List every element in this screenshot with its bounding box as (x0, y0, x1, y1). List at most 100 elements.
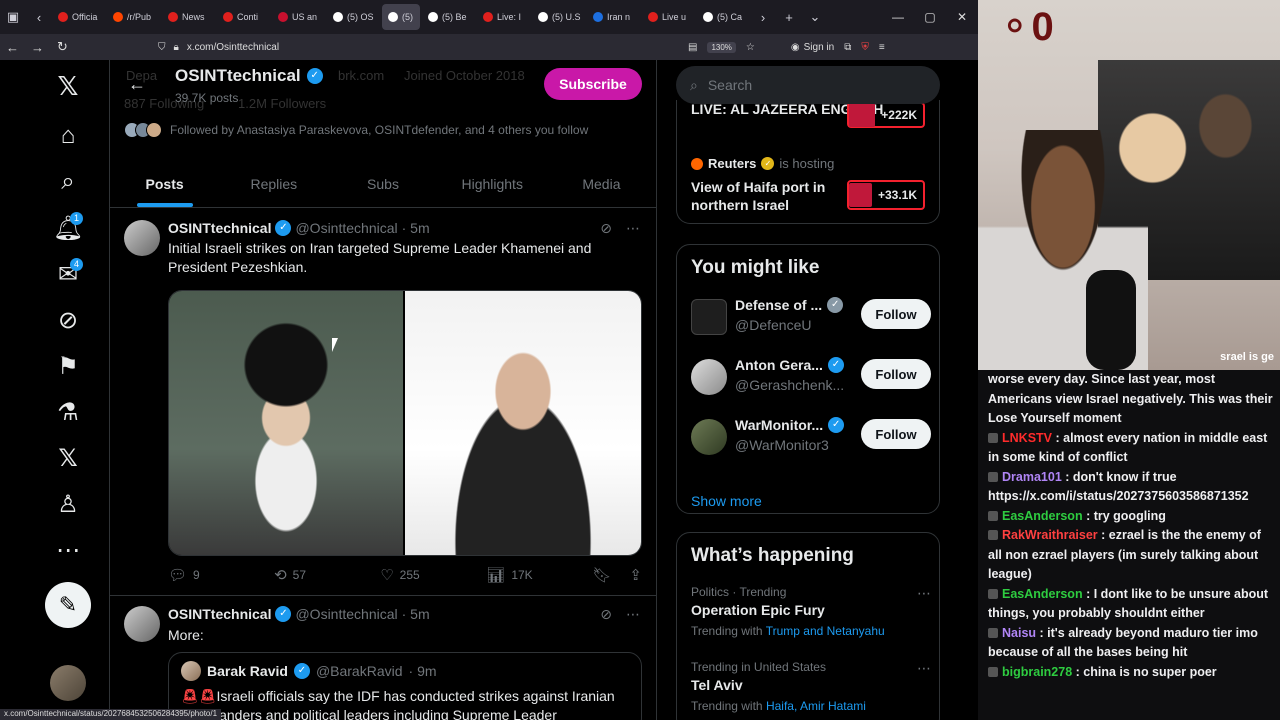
grok-explain-icon[interactable]: ⊘ (600, 606, 612, 623)
forward-icon[interactable]: → (25, 40, 50, 55)
author-name[interactable]: OSINTtechnical (168, 220, 271, 236)
browser-tab[interactable]: Conti (217, 4, 270, 30)
share-icon[interactable]: ⇪ (629, 566, 642, 584)
author-name[interactable]: OSINTtechnical (168, 606, 271, 622)
live-title[interactable]: View of Haifa port in northern Israel (691, 178, 841, 214)
follow-button[interactable]: Follow (861, 299, 931, 329)
browser-tab[interactable]: News (162, 4, 215, 30)
trend-item[interactable]: Trending in United States Tel Aviv Trend… (691, 660, 931, 713)
trend-item[interactable]: Politics · Trending Operation Epic Fury … (691, 585, 931, 638)
browser-tab[interactable]: (5) Ca (697, 4, 750, 30)
jobs-flask-icon[interactable]: ⚗ (40, 392, 96, 432)
follow-suggestion[interactable]: Defense of ... ✓ @DefenceU Follow (691, 293, 931, 343)
close-tab-icon[interactable]: ✕ (419, 12, 420, 23)
browser-tab[interactable]: (5) ✕ (382, 4, 420, 30)
chat-username[interactable]: bigbrain278 (1002, 665, 1072, 679)
more-options-icon[interactable]: ⋯ (917, 660, 931, 677)
explore-search-icon[interactable]: ⌕ (40, 162, 96, 202)
tweet[interactable]: OSINTtechnical ✓ @Osinttechnical · 5m ⊘ … (110, 208, 656, 596)
messages-icon[interactable]: ✉ 4 (40, 254, 96, 294)
minimize-icon[interactable]: — (882, 10, 914, 24)
grok-explain-icon[interactable]: ⊘ (600, 220, 612, 237)
browser-tab[interactable]: /r/Pub (107, 4, 160, 30)
browser-tab[interactable]: Live: I (477, 4, 530, 30)
more-options-icon[interactable]: ⋯ (626, 220, 640, 237)
chat-username[interactable]: Drama101 (1002, 470, 1062, 484)
reply-button[interactable]: 💬︎ 9 (168, 566, 274, 584)
tab-overview-icon[interactable]: ▣ (0, 0, 26, 34)
avatar[interactable] (124, 220, 160, 256)
tab-media[interactable]: Media (547, 160, 656, 207)
follow-suggestion[interactable]: Anton Gera... ✓ @Gerashchenk... Follow (691, 353, 931, 403)
tweet-media[interactable] (168, 290, 642, 556)
x-logo-icon[interactable]: 𝕏 (40, 66, 96, 106)
chat-username[interactable]: LNKSTV (1002, 431, 1052, 445)
ublock-icon[interactable]: ⛨ (861, 42, 869, 53)
chat-username[interactable]: RakWraithraiser (1002, 528, 1098, 542)
browser-tab[interactable]: Iran n (587, 4, 640, 30)
tab-scroll-left-icon[interactable]: ‹ (26, 0, 52, 34)
follow-suggestion[interactable]: WarMonitor... ✓ @WarMonitor3 Follow (691, 413, 931, 463)
subscribe-button[interactable]: Subscribe (544, 68, 642, 100)
browser-tab[interactable]: US an (272, 4, 325, 30)
grok-icon[interactable]: ⊘ (40, 300, 96, 340)
tab-scroll-right-icon[interactable]: › (750, 0, 776, 34)
show-more-link[interactable]: Show more (691, 493, 762, 509)
avatar[interactable] (691, 359, 727, 395)
tab-replies[interactable]: Replies (219, 160, 328, 207)
quoted-tweet[interactable]: Barak Ravid ✓ @BarakRavid · 9m 🚨︎🚨︎Israe… (168, 652, 642, 720)
views-button[interactable]: 📊︎ 17K (486, 566, 592, 584)
tweet[interactable]: OSINTtechnical ✓ @Osinttechnical · 5m ⊘ … (110, 596, 656, 720)
photo-right[interactable] (405, 291, 641, 555)
profile-icon[interactable]: ♙ (40, 484, 96, 524)
address-bar[interactable]: ⛉ 🔒︎ x.com/Osinttechnical (150, 36, 770, 58)
live-listener-count[interactable]: +33.1K (847, 180, 925, 210)
back-arrow-icon[interactable]: ← (128, 74, 146, 95)
trend-tags[interactable]: Trump and Netanyahu (766, 624, 885, 638)
reader-view-icon[interactable]: ▤ (688, 42, 697, 53)
author-handle[interactable]: @Osinttechnical (295, 606, 397, 622)
new-tab-icon[interactable]: + (776, 0, 802, 34)
sign-in-button[interactable]: ◉ Sign in (791, 42, 834, 53)
chat-username[interactable]: Naisu (1002, 626, 1036, 640)
follow-button[interactable]: Follow (861, 419, 931, 449)
zoom-level[interactable]: 130% (707, 41, 736, 53)
repost-button[interactable]: ⟲ 57 (274, 566, 380, 584)
like-button[interactable]: ♡ 255 (380, 566, 486, 584)
more-options-icon[interactable]: ⋯ (626, 606, 640, 623)
tab-posts[interactable]: Posts (110, 160, 219, 207)
follow-button[interactable]: Follow (861, 359, 931, 389)
bookmark-icon[interactable]: 🔖︎ (592, 566, 611, 584)
notifications-icon[interactable]: 🔔︎ 1 (40, 208, 96, 248)
close-window-icon[interactable]: ✕ (946, 10, 978, 24)
live-listener-count[interactable]: +222K (847, 102, 925, 128)
back-icon[interactable]: ← (0, 40, 25, 55)
avatar[interactable] (691, 299, 727, 335)
tweet-time[interactable]: · 5m (402, 220, 430, 236)
avatar[interactable] (124, 606, 160, 642)
tab-list-icon[interactable]: ⌄ (802, 0, 828, 34)
browser-tab[interactable]: (5) U.S (532, 4, 585, 30)
browser-tab[interactable]: (5) Be (422, 4, 475, 30)
chat-username[interactable]: EasAnderson (1002, 509, 1083, 523)
more-icon[interactable]: ⋯ (40, 530, 96, 570)
browser-tab[interactable]: (5) OS (327, 4, 380, 30)
premium-x-icon[interactable]: 𝕏 (40, 438, 96, 478)
browser-tab[interactable]: Live u (642, 4, 695, 30)
bookmarks-icon[interactable]: ⚑ (40, 346, 96, 386)
photo-left[interactable] (169, 291, 405, 555)
chat-username[interactable]: EasAnderson (1002, 587, 1083, 601)
tab-subs[interactable]: Subs (328, 160, 437, 207)
tab-highlights[interactable]: Highlights (438, 160, 547, 207)
search-input[interactable]: ⌕ Search (676, 66, 940, 104)
tweet-time[interactable]: · 5m (402, 606, 430, 622)
avatar[interactable] (691, 419, 727, 455)
author-handle[interactable]: @Osinttechnical (295, 220, 397, 236)
maximize-icon[interactable]: ▢ (914, 10, 946, 24)
trend-tags[interactable]: Haifa, Amir Hatami (766, 699, 866, 713)
more-options-icon[interactable]: ⋯ (917, 585, 931, 602)
compose-post-button[interactable]: ✎ (45, 582, 91, 628)
account-avatar[interactable] (50, 665, 86, 701)
bookmark-star-icon[interactable]: ☆ (746, 42, 755, 53)
reload-icon[interactable]: ↻ (50, 39, 75, 55)
